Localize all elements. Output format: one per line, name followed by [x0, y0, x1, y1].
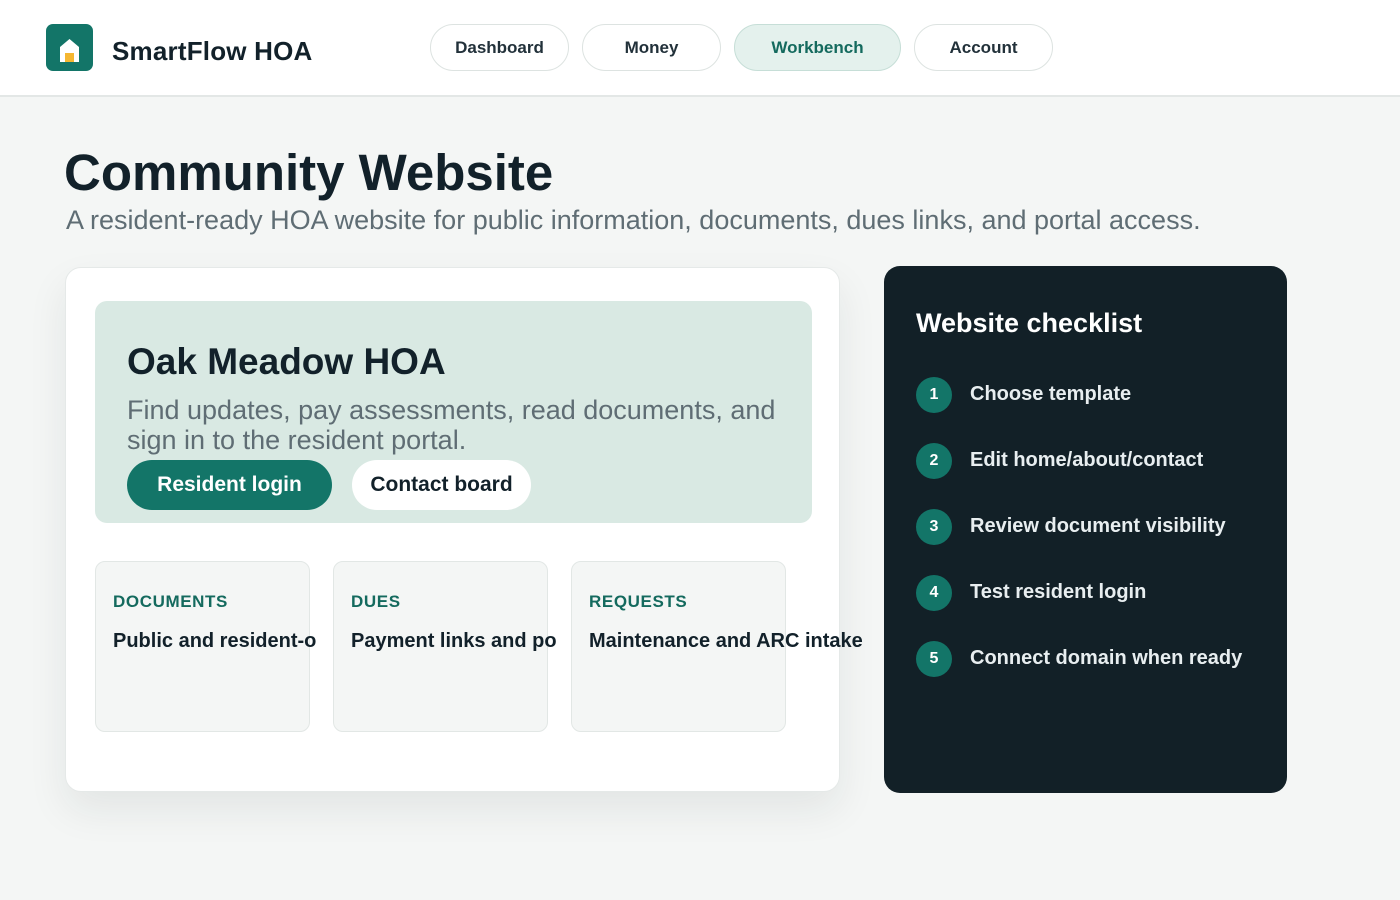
nav-tab-account[interactable]: Account — [914, 24, 1053, 71]
checklist-item-label: Test resident login — [970, 581, 1147, 603]
checklist-item-label: Choose template — [970, 383, 1132, 405]
hero-title: Oak Meadow HOA — [127, 341, 446, 382]
feature-label: DUES — [351, 592, 401, 611]
nav-tab-money[interactable]: Money — [582, 24, 721, 71]
step-number-badge: 3 — [916, 509, 952, 545]
feature-card-documents[interactable]: DOCUMENTS Public and resident-o — [95, 561, 316, 732]
feature-text: Public and resident-o — [113, 630, 317, 652]
step-number-badge: 4 — [916, 575, 952, 611]
checklist-item-label: Connect domain when ready — [970, 647, 1243, 669]
checklist-item-label: Edit home/about/contact — [970, 449, 1204, 471]
brand-name: SmartFlow HOA — [112, 36, 313, 66]
website-checklist-panel: Website checklist 1 Choose template 2 Ed… — [884, 266, 1287, 793]
step-number-badge: 2 — [916, 443, 952, 479]
nav-tab-dashboard[interactable]: Dashboard — [430, 24, 569, 71]
page-title: Community Website — [64, 144, 554, 201]
checklist-title: Website checklist — [916, 308, 1143, 338]
hero-description: Find updates, pay assessments, read docu… — [127, 395, 776, 455]
feature-text: Payment links and po — [351, 630, 557, 652]
hero-banner: Oak Meadow HOA Find updates, pay assessm… — [95, 301, 812, 523]
feature-text: Maintenance and ARC intake — [589, 630, 863, 652]
top-navigation-bar: SmartFlow HOA Dashboard Money Workbench … — [0, 0, 1400, 97]
step-number-badge: 1 — [916, 377, 952, 413]
website-preview-card: Oak Meadow HOA Find updates, pay assessm… — [65, 267, 863, 792]
feature-label: REQUESTS — [589, 592, 688, 611]
contact-board-button[interactable]: Contact board — [352, 460, 531, 510]
feature-card-dues[interactable]: DUES Payment links and po — [333, 561, 557, 732]
page-subtitle: A resident-ready HOA website for public … — [66, 205, 1201, 235]
nav-tab-workbench[interactable]: Workbench — [734, 24, 901, 71]
house-icon[interactable] — [46, 24, 93, 71]
feature-label: DOCUMENTS — [113, 592, 228, 611]
step-number-badge: 5 — [916, 641, 952, 677]
resident-login-button[interactable]: Resident login — [127, 460, 332, 510]
checklist-item-label: Review document visibility — [970, 515, 1226, 537]
feature-card-requests[interactable]: REQUESTS Maintenance and ARC intake — [571, 561, 863, 732]
